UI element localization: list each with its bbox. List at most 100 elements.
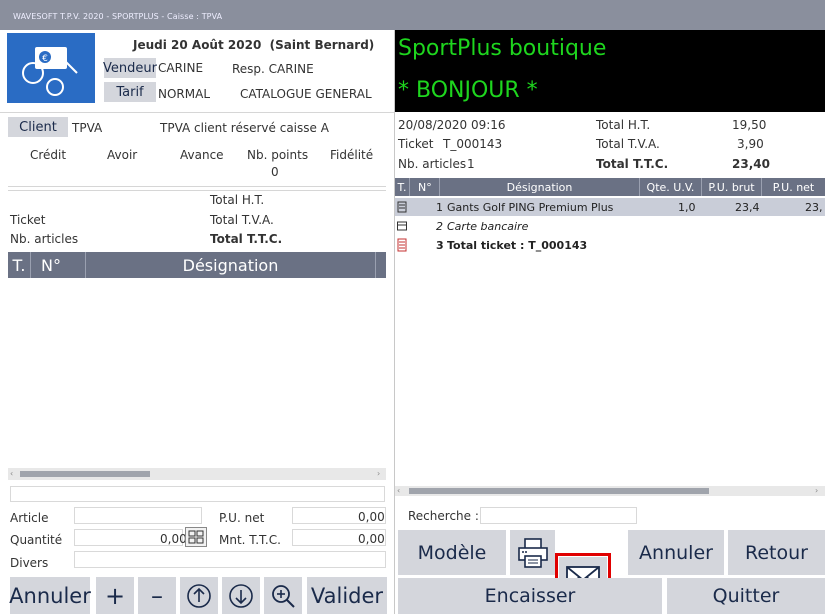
left-total-ttc-label: Total T.T.C. bbox=[210, 232, 283, 246]
quantite-label: Quantité bbox=[10, 533, 63, 547]
scroll-right-arrow-icon[interactable]: › bbox=[377, 469, 380, 478]
divider bbox=[8, 186, 386, 187]
annuler-ticket-button[interactable]: Annuler bbox=[628, 530, 724, 575]
ticket-total-tva-label: Total T.V.A. bbox=[596, 137, 660, 151]
valider-button[interactable]: Valider bbox=[307, 577, 387, 614]
left-panel: € Jeudi 20 Août 2020 (Saint Bernard) Ven… bbox=[0, 30, 395, 614]
arrow-down-circle-icon bbox=[229, 583, 253, 608]
rcol-t: T. bbox=[397, 180, 407, 194]
ticket-datetime: 20/08/2020 09:16 bbox=[398, 118, 506, 132]
client-button[interactable]: Client bbox=[8, 117, 68, 137]
plus-button[interactable]: + bbox=[96, 577, 134, 614]
printer-icon bbox=[517, 537, 548, 568]
modele-button[interactable]: Modèle bbox=[398, 530, 506, 575]
display-line-1: SportPlus boutique bbox=[398, 36, 607, 61]
move-down-button[interactable] bbox=[222, 577, 260, 614]
calculator-icon[interactable] bbox=[185, 527, 207, 547]
article-search-field[interactable] bbox=[10, 486, 385, 502]
move-up-button[interactable] bbox=[180, 577, 218, 614]
row-number: 3 bbox=[436, 238, 444, 252]
table-row[interactable]: 2 Carte bancaire bbox=[395, 217, 825, 235]
quantite-value: 0,00 bbox=[160, 532, 187, 546]
divers-field[interactable] bbox=[74, 551, 386, 568]
col-fidelite: Fidélité bbox=[330, 148, 374, 162]
ticket-total-ht-label: Total H.T. bbox=[596, 118, 651, 132]
mnt-ttc-label: Mnt. T.T.C. bbox=[219, 533, 281, 547]
row-pu-brut: 23,4 bbox=[735, 200, 760, 214]
left-table-header: T. N° Désignation bbox=[8, 252, 386, 278]
card-payment-icon bbox=[396, 217, 408, 235]
catalogue: CATALOGUE GENERAL bbox=[240, 87, 372, 101]
scroll-right-arrow-icon[interactable]: › bbox=[815, 486, 818, 495]
scrollbar-thumb[interactable] bbox=[20, 471, 150, 477]
left-horizontal-scrollbar[interactable]: ‹ › bbox=[8, 468, 386, 480]
table-row[interactable]: 3 Total ticket : T_000143 bbox=[395, 236, 825, 254]
row-number: 1 bbox=[436, 200, 443, 214]
ticket-total-icon bbox=[396, 236, 408, 254]
nb-points-value: 0 bbox=[271, 165, 279, 179]
col-avance: Avance bbox=[180, 148, 224, 162]
quitter-button[interactable]: Quitter bbox=[667, 578, 825, 614]
row-qte: 1,0 bbox=[678, 200, 696, 214]
client-code: TPVA bbox=[72, 121, 103, 135]
vendeur-button[interactable]: Vendeur bbox=[103, 58, 157, 78]
left-nb-articles-label: Nb. articles bbox=[10, 232, 79, 246]
rcol-pu-brut: P.U. brut bbox=[701, 178, 761, 196]
zoom-button[interactable] bbox=[264, 577, 302, 614]
left-total-ht-label: Total H.T. bbox=[210, 193, 265, 207]
print-button[interactable] bbox=[510, 530, 555, 575]
annuler-line-button[interactable]: Annuler bbox=[9, 577, 91, 614]
cash-register-logo-icon: € bbox=[22, 47, 78, 96]
client-description: TPVA client réservé caisse A bbox=[160, 121, 329, 135]
article-input[interactable] bbox=[74, 507, 202, 524]
row-pu-net: 23, bbox=[805, 200, 823, 214]
ticket-label: Ticket bbox=[398, 137, 434, 151]
responsable: Resp. CARINE bbox=[232, 62, 314, 76]
pu-net-value: 0,00 bbox=[358, 510, 385, 524]
encaisser-button[interactable]: Encaisser bbox=[398, 578, 662, 614]
row-designation: Carte bancaire bbox=[447, 219, 529, 233]
recherche-input[interactable] bbox=[480, 507, 637, 524]
right-horizontal-scrollbar[interactable]: ‹ › bbox=[395, 486, 825, 496]
scroll-left-arrow-icon[interactable]: ‹ bbox=[397, 486, 400, 495]
recherche-label: Recherche : bbox=[408, 509, 479, 523]
minus-button[interactable]: – bbox=[138, 577, 176, 614]
left-total-tva-label: Total T.V.A. bbox=[210, 213, 274, 227]
tarif-button[interactable]: Tarif bbox=[104, 82, 156, 102]
divider bbox=[8, 190, 386, 191]
rcol-designation: Désignation bbox=[439, 178, 639, 196]
col-nb-points: Nb. points bbox=[247, 148, 309, 162]
retour-button[interactable]: Retour bbox=[728, 530, 825, 575]
display-line-2: * BONJOUR * bbox=[398, 78, 538, 103]
vendeur-value: CARINE bbox=[158, 61, 204, 75]
divider bbox=[0, 112, 395, 113]
ticket-nb-articles: 1 bbox=[467, 157, 475, 171]
customer-display: SportPlus boutique * BONJOUR * bbox=[395, 30, 825, 112]
cash-register-icon bbox=[396, 198, 408, 216]
col-avoir: Avoir bbox=[107, 148, 138, 162]
ticket-total-ttc-label: Total T.T.C. bbox=[596, 157, 669, 171]
window-title: WAVESOFT T.P.V. 2020 - SPORTPLUS - Caiss… bbox=[0, 0, 825, 30]
rcol-qte: Qte. U.V. bbox=[639, 178, 701, 196]
col-t: T. bbox=[12, 255, 26, 275]
col-n: N° bbox=[30, 252, 85, 278]
col-credit: Crédit bbox=[30, 148, 67, 162]
ticket-total-ht: 19,50 bbox=[732, 118, 767, 132]
left-ticket-label: Ticket bbox=[10, 213, 46, 227]
ticket-nb-articles-label: Nb. articles bbox=[398, 157, 467, 171]
row-designation: Total ticket : T_000143 bbox=[447, 238, 588, 252]
right-table-body: 1 Gants Golf PING Premium Plus 1,0 23,4 … bbox=[395, 196, 825, 486]
mnt-ttc-value: 0,00 bbox=[358, 532, 385, 546]
table-row[interactable]: 1 Gants Golf PING Premium Plus 1,0 23,4 … bbox=[395, 198, 825, 216]
rcol-n: N° bbox=[409, 178, 439, 196]
scrollbar-thumb[interactable] bbox=[409, 488, 709, 494]
col-end bbox=[375, 252, 386, 278]
rcol-pu-net: P.U. net bbox=[761, 178, 825, 196]
right-table-header: T. N° Désignation Qte. U.V. P.U. brut P.… bbox=[395, 178, 825, 196]
row-number: 2 bbox=[436, 219, 443, 233]
left-table-body bbox=[8, 278, 386, 468]
divers-label: Divers bbox=[10, 556, 49, 570]
scroll-left-arrow-icon[interactable]: ‹ bbox=[10, 469, 13, 478]
article-label: Article bbox=[10, 511, 49, 525]
col-designation: Désignation bbox=[85, 252, 375, 278]
